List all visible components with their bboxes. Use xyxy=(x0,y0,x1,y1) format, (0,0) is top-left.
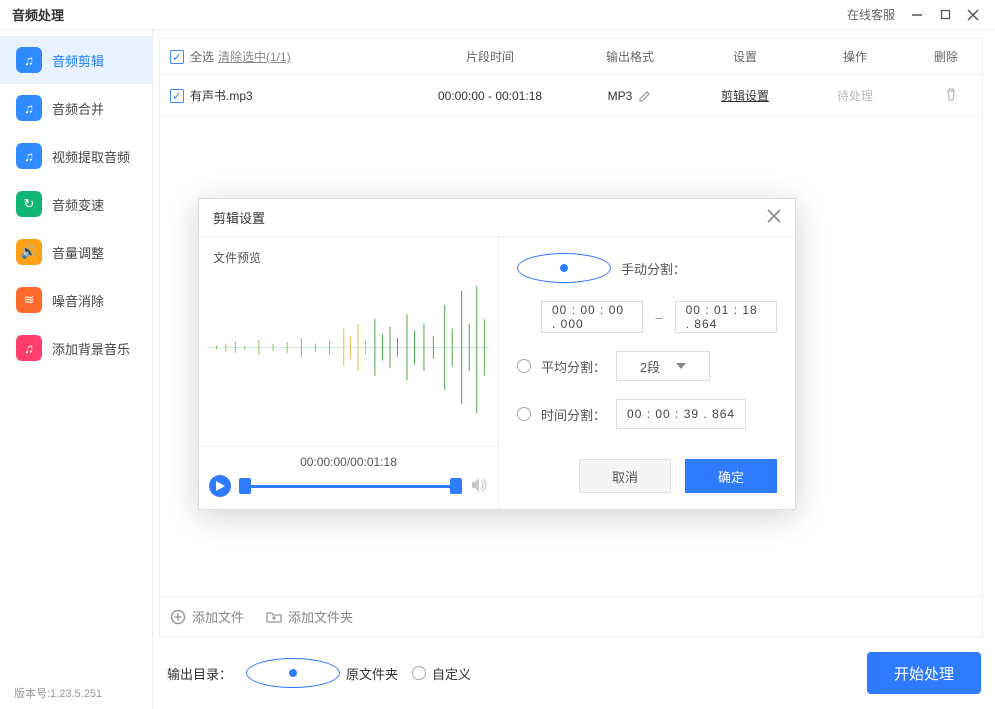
col-time: 片段时间 xyxy=(410,48,570,65)
modal-title: 剪辑设置 xyxy=(213,208,265,227)
maximize-icon xyxy=(940,9,951,20)
play-icon xyxy=(215,481,225,491)
radio-average-split[interactable] xyxy=(517,359,531,373)
output-dir-label: 输出目录： xyxy=(167,664,232,683)
speed-icon: ↻ xyxy=(16,191,42,217)
manual-split-label: 手动分割： xyxy=(621,259,686,278)
denoise-icon: ≋ xyxy=(16,287,42,313)
folder-plus-icon xyxy=(266,610,282,624)
delete-button[interactable] xyxy=(944,90,958,104)
row-status: 待处理 xyxy=(837,89,873,103)
segments-value: 2段 xyxy=(640,357,660,376)
radio-label: 原文件夹 xyxy=(346,664,398,683)
preview-label: 文件预览 xyxy=(199,237,498,272)
add-folder-button[interactable]: 添加文件夹 xyxy=(266,607,353,626)
volume-icon: 🔊 xyxy=(16,239,42,265)
ok-button[interactable]: 确定 xyxy=(685,459,777,493)
sidebar-item-label: 音频剪辑 xyxy=(52,51,104,70)
segments-select[interactable]: 2段 xyxy=(616,351,710,381)
modal-close-button[interactable] xyxy=(767,209,781,226)
close-icon xyxy=(767,209,781,223)
version-label: 版本号:1.23.5.251 xyxy=(14,685,102,701)
sidebar-item-bgm[interactable]: ♫ 添加背景音乐 xyxy=(0,324,152,372)
trash-icon xyxy=(944,87,958,101)
sidebar-item-label: 噪音消除 xyxy=(52,291,104,310)
time-split-input[interactable]: 00 : 00 : 39 . 864 xyxy=(616,399,746,429)
row-settings-link[interactable]: 剪辑设置 xyxy=(721,89,769,103)
sidebar-item-speed[interactable]: ↻ 音频变速 xyxy=(0,180,152,228)
table-row: ✓ 有声书.mp3 00:00:00 - 00:01:18 MP3 剪辑设置 待… xyxy=(160,75,982,117)
cancel-button[interactable]: 取消 xyxy=(579,459,671,493)
play-button[interactable] xyxy=(209,475,231,497)
row-format: MP3 xyxy=(608,89,633,103)
start-button[interactable]: 开始处理 xyxy=(867,652,981,694)
radio-time-split[interactable] xyxy=(517,407,531,421)
extract-audio-icon: ♫ xyxy=(16,143,42,169)
plus-circle-icon xyxy=(170,609,186,625)
sidebar-item-label: 音频合并 xyxy=(52,99,104,118)
col-settings: 设置 xyxy=(690,48,800,65)
waveform[interactable] xyxy=(207,272,490,446)
sidebar-item-label: 视频提取音频 xyxy=(52,147,130,166)
select-all-checkbox[interactable]: ✓ xyxy=(170,50,184,64)
time-split-label: 时间分割： xyxy=(541,405,606,424)
range-handle-start[interactable] xyxy=(239,478,251,494)
radio-label: 自定义 xyxy=(432,664,471,683)
row-time: 00:00:00 - 00:01:18 xyxy=(410,89,570,103)
sidebar-item-label: 音频变速 xyxy=(52,195,104,214)
col-delete: 删除 xyxy=(910,48,972,65)
sidebar-item-label: 添加背景音乐 xyxy=(52,339,130,358)
sidebar-item-trim[interactable]: ♫ 音频剪辑 xyxy=(0,36,152,84)
radio-custom-folder[interactable]: 自定义 xyxy=(412,664,471,683)
edit-settings-modal: 剪辑设置 文件预览 xyxy=(198,198,796,510)
radio-icon xyxy=(412,666,426,680)
sidebar-item-label: 音量调整 xyxy=(52,243,104,262)
col-operation: 操作 xyxy=(800,48,910,65)
sidebar-item-merge[interactable]: ♫ 音频合并 xyxy=(0,84,152,132)
sidebar-item-denoise[interactable]: ≋ 噪音消除 xyxy=(0,276,152,324)
time-to-input[interactable]: 00 : 01 : 18 . 864 xyxy=(675,301,777,333)
music-merge-icon: ♫ xyxy=(16,95,42,121)
close-button[interactable] xyxy=(959,1,987,29)
average-split-label: 平均分割： xyxy=(541,357,606,376)
help-link[interactable]: 在线客服 xyxy=(847,6,895,23)
time-from-input[interactable]: 00 : 00 : 00 . 000 xyxy=(541,301,643,333)
col-format: 输出格式 xyxy=(570,48,690,65)
add-file-label: 添加文件 xyxy=(192,607,244,626)
close-icon xyxy=(967,9,979,21)
dash: – xyxy=(655,310,662,325)
range-slider[interactable] xyxy=(239,476,462,496)
add-file-button[interactable]: 添加文件 xyxy=(170,607,244,626)
range-handle-end[interactable] xyxy=(450,478,462,494)
clear-selection-link[interactable]: 清除选中(1/1) xyxy=(218,48,291,65)
add-folder-label: 添加文件夹 xyxy=(288,607,353,626)
maximize-button[interactable] xyxy=(931,1,959,29)
radio-icon xyxy=(246,658,340,688)
edit-icon[interactable] xyxy=(638,89,652,103)
playback-time: 00:00:00/00:01:18 xyxy=(209,455,488,469)
row-checkbox[interactable]: ✓ xyxy=(170,89,184,103)
chevron-down-icon xyxy=(676,363,686,369)
list-header: ✓ 全选 清除选中(1/1) 片段时间 输出格式 设置 操作 删除 xyxy=(160,39,982,75)
minimize-icon xyxy=(911,9,923,21)
sidebar: ♫ 音频剪辑 ♫ 音频合并 ♫ 视频提取音频 ↻ 音频变速 🔊 音量调整 ≋ 噪音消除 ♫ 添… xyxy=(0,30,152,709)
minimize-button[interactable] xyxy=(903,1,931,29)
radio-manual-split[interactable] xyxy=(517,253,611,283)
sidebar-item-volume[interactable]: 🔊 音量调整 xyxy=(0,228,152,276)
bgm-icon: ♫ xyxy=(16,335,42,361)
select-all-label: 全选 xyxy=(190,48,214,65)
app-title: 音频处理 xyxy=(8,1,68,28)
volume-icon[interactable] xyxy=(470,477,488,496)
file-name: 有声书.mp3 xyxy=(190,87,253,104)
sidebar-item-extract[interactable]: ♫ 视频提取音频 xyxy=(0,132,152,180)
music-cut-icon: ♫ xyxy=(16,47,42,73)
radio-original-folder[interactable]: 原文件夹 xyxy=(246,658,398,688)
